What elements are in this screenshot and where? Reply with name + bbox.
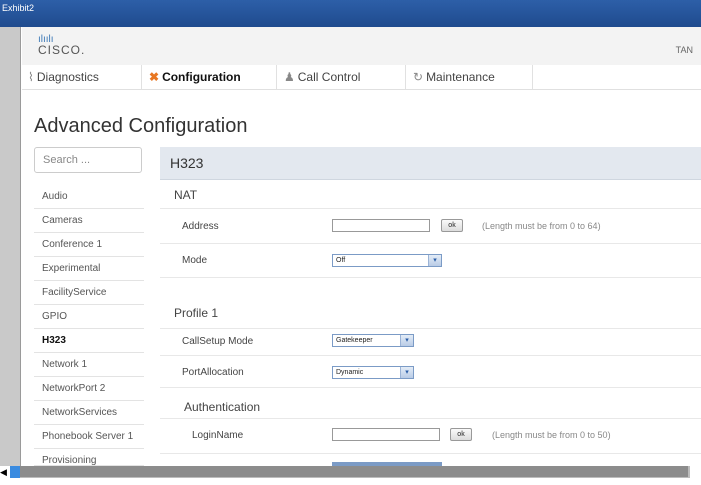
- chevron-down-icon: ▾: [428, 255, 441, 266]
- sidebar-item-h323[interactable]: H323: [34, 329, 144, 353]
- portallocation-row: PortAllocation Dynamic ▾: [160, 356, 701, 388]
- scroll-indicator: [10, 466, 20, 478]
- select-value: Gatekeeper: [336, 337, 373, 344]
- tab-configuration[interactable]: ✖ Configuration: [143, 65, 277, 89]
- chevron-down-icon: ▾: [400, 335, 413, 346]
- nat-heading: NAT: [174, 188, 198, 202]
- select-value: Off: [336, 257, 346, 264]
- scrollbar-track[interactable]: [20, 466, 690, 478]
- nat-mode-row: Mode Off ▾: [160, 244, 701, 278]
- search-input[interactable]: Search ...: [34, 147, 142, 173]
- window-titlebar: Exhibit2: [0, 0, 701, 27]
- field-label: CallSetup Mode: [182, 336, 254, 347]
- field-label: LoginName: [192, 430, 244, 441]
- nat-address-input[interactable]: [332, 219, 430, 232]
- scroll-left-arrow-icon[interactable]: ◀: [0, 466, 10, 478]
- nat-address-ok-button[interactable]: ok: [441, 219, 463, 232]
- sidebar-item-networkservices[interactable]: NetworkServices: [34, 401, 144, 425]
- window-title: Exhibit2: [2, 3, 35, 13]
- loginname-ok-button[interactable]: ok: [450, 428, 472, 441]
- sidebar-item-phonebook[interactable]: Phonebook Server 1: [34, 425, 144, 449]
- tab-maintenance[interactable]: ↻ Maintenance: [407, 65, 533, 89]
- tab-label: Diagnostics: [36, 70, 99, 84]
- chevron-down-icon: ▾: [400, 367, 413, 378]
- people-icon: ♟: [284, 70, 295, 84]
- sidebar-item-provisioning[interactable]: Provisioning: [34, 449, 144, 466]
- nat-address-row: Address ok (Length must be from 0 to 64): [160, 209, 701, 244]
- authentication-section: Authentication: [160, 388, 701, 419]
- field-label: PortAllocation: [182, 367, 244, 378]
- loginname-input[interactable]: [332, 428, 440, 441]
- nat-section: NAT: [160, 180, 701, 209]
- nat-address-hint: (Length must be from 0 to 64): [482, 221, 601, 231]
- sidebar-item-cameras[interactable]: Cameras: [34, 209, 144, 233]
- field-label: Mode: [182, 255, 208, 266]
- nat-mode-select[interactable]: Off ▾: [332, 254, 442, 267]
- loginname-row: LoginName ok (Length must be from 0 to 5…: [160, 419, 701, 454]
- main-nav: ⌇ Diagnostics ✖ Configuration ♟ Call Contro…: [22, 65, 701, 90]
- portallocation-select[interactable]: Dynamic ▾: [332, 366, 414, 379]
- cisco-logo-text: CISCO.: [38, 43, 86, 57]
- horizontal-scrollbar[interactable]: ◀: [0, 466, 701, 485]
- sidebar-item-network[interactable]: Network 1: [34, 353, 144, 377]
- page-title: Advanced Configuration: [34, 115, 248, 137]
- profile-section: Profile 1: [160, 278, 701, 329]
- sidebar-item-facilityservice[interactable]: FacilityService: [34, 281, 144, 305]
- pulse-icon: ⌇: [28, 70, 34, 84]
- authentication-heading: Authentication: [184, 400, 261, 414]
- sidebar-item-networkport[interactable]: NetworkPort 2: [34, 377, 144, 401]
- sidebar-item-audio[interactable]: Audio: [34, 185, 144, 209]
- tab-label: Maintenance: [426, 70, 495, 84]
- user-label[interactable]: TAN: [676, 45, 693, 55]
- scrollbar-thumb[interactable]: [20, 466, 688, 477]
- sidebar-item-gpio[interactable]: GPIO: [34, 305, 144, 329]
- cisco-logo: ılıılı CISCO.: [38, 34, 85, 56]
- select-value: Dynamic: [336, 369, 364, 376]
- sidebar-item-conference[interactable]: Conference 1: [34, 233, 144, 257]
- loginname-hint: (Length must be from 0 to 50): [492, 430, 611, 440]
- callsetup-select[interactable]: Gatekeeper ▾: [332, 334, 414, 347]
- refresh-icon: ↻: [413, 70, 424, 84]
- left-frame-bar: [0, 27, 21, 467]
- field-label: Address: [182, 221, 219, 232]
- tab-diagnostics[interactable]: ⌇ Diagnostics: [22, 65, 142, 89]
- tab-label: Configuration: [162, 70, 241, 84]
- wrench-icon: ✖: [149, 70, 160, 84]
- profile-heading: Profile 1: [174, 306, 219, 320]
- app-header: ılıılı CISCO. TAN: [22, 27, 701, 66]
- sidebar-item-experimental[interactable]: Experimental: [34, 257, 144, 281]
- tab-label: Call Control: [297, 70, 361, 84]
- tab-call-control[interactable]: ♟ Call Control: [278, 65, 406, 89]
- panel-header: H323: [160, 147, 701, 180]
- panel-title: H323: [170, 155, 204, 171]
- callsetup-row: CallSetup Mode Gatekeeper ▾: [160, 328, 701, 356]
